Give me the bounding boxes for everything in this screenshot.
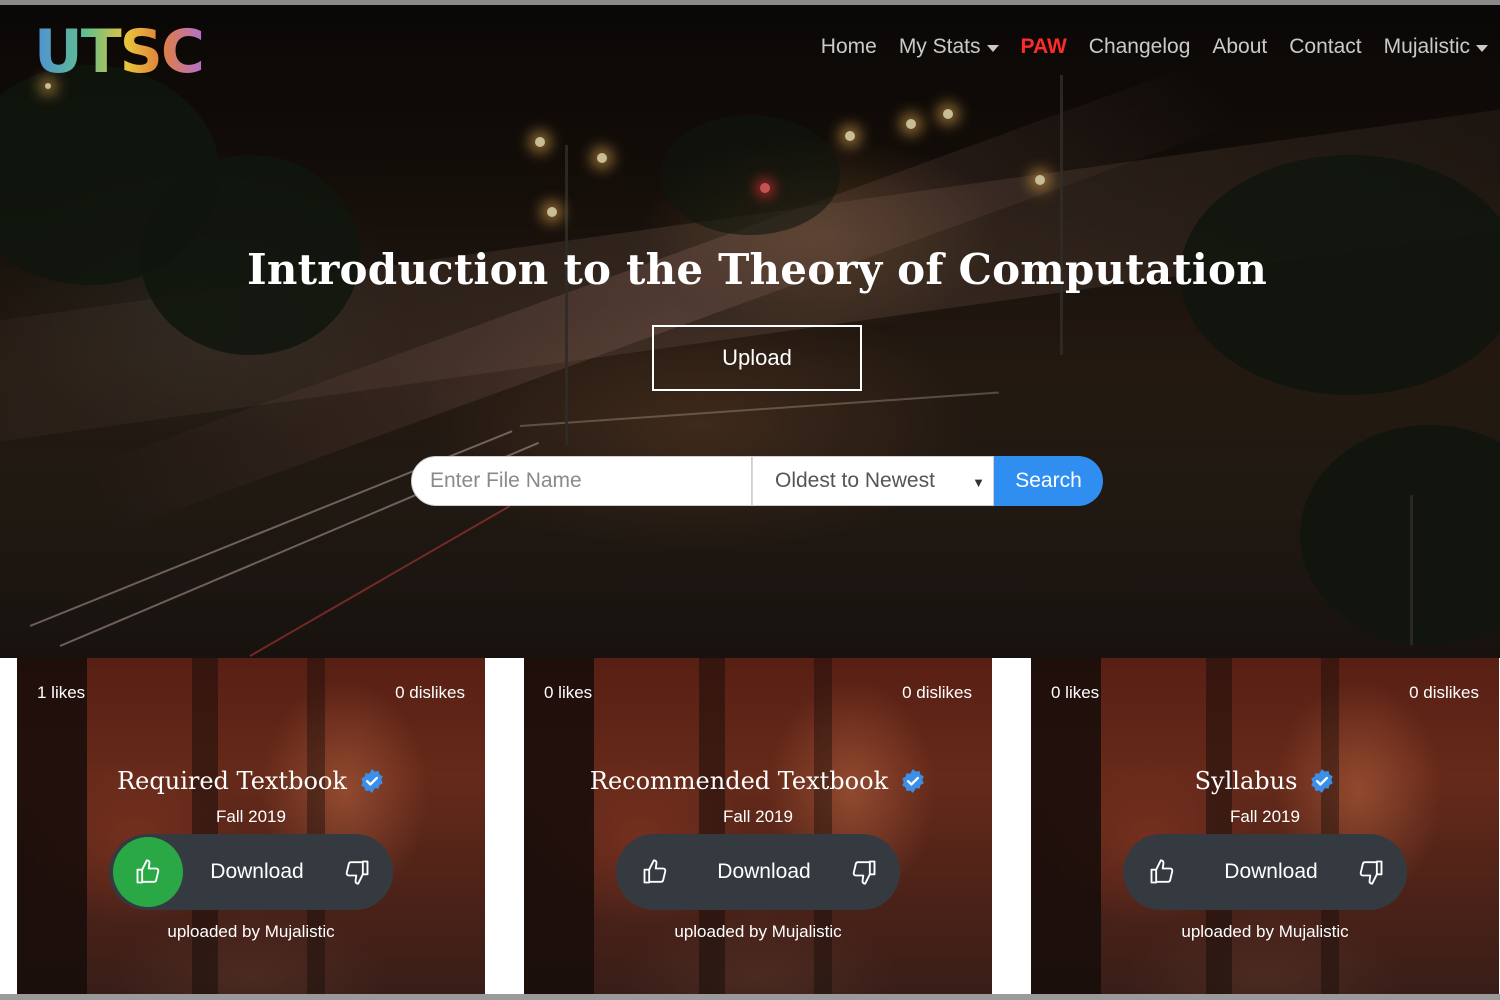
card-term: Fall 2019: [216, 807, 286, 826]
nav-user-label: Mujalistic: [1383, 35, 1470, 58]
like-button[interactable]: [620, 837, 690, 907]
nav-paw-label: PAW: [1020, 35, 1067, 58]
card-title: Required Textbook: [17, 767, 485, 795]
uploader-text: uploaded by Mujalistic: [1181, 922, 1349, 941]
download-pill: Download: [1123, 834, 1407, 910]
caret-down-icon: [1476, 44, 1488, 52]
sort-order-value: Oldest to Newest: [775, 469, 935, 492]
thumbs-up-icon: [136, 859, 160, 884]
card-term: Fall 2019: [723, 807, 793, 826]
thumbs-up-icon: [1150, 859, 1174, 884]
nav-my-stats[interactable]: My Stats: [899, 35, 999, 59]
nav-contact[interactable]: Contact: [1289, 35, 1361, 59]
dislikes-count: 0 dislikes: [1409, 683, 1479, 702]
card-title-text: Required Textbook: [117, 767, 347, 795]
uploader-text: uploaded by Mujalistic: [674, 922, 842, 941]
like-button[interactable]: [1127, 837, 1197, 907]
dislikes-count: 0 dislikes: [902, 683, 972, 702]
dropdown-arrow-icon: ▼: [972, 475, 985, 490]
like-button[interactable]: [113, 837, 183, 907]
thumbs-down-icon: [852, 860, 876, 885]
download-button[interactable]: Download: [197, 860, 317, 884]
file-card: 0 likes 0 dislikes Syllabus Fall 2019 Do…: [1031, 658, 1499, 994]
download-button[interactable]: Download: [1211, 860, 1331, 884]
thumbs-down-icon: [1359, 860, 1383, 885]
nav-my-stats-label: My Stats: [898, 35, 981, 58]
utsc-logo[interactable]: UTSC: [34, 17, 205, 87]
download-pill: Download: [616, 834, 900, 910]
download-pill: Download: [109, 834, 393, 910]
dislike-button[interactable]: [1351, 852, 1391, 892]
nav-changelog[interactable]: Changelog: [1089, 35, 1191, 59]
card-term: Fall 2019: [1230, 807, 1300, 826]
nav-about[interactable]: About: [1212, 35, 1267, 59]
sort-order-select[interactable]: Oldest to Newest ▼: [752, 456, 994, 506]
download-button[interactable]: Download: [704, 860, 824, 884]
page-title: Introduction to the Theory of Computatio…: [247, 245, 1267, 294]
likes-count: 1 likes: [37, 683, 86, 702]
nav-changelog-label: Changelog: [1088, 35, 1191, 58]
upload-button[interactable]: Upload: [652, 325, 862, 391]
file-card: 0 likes 0 dislikes Recommended Textbook …: [524, 658, 992, 994]
hero-banner: UTSC Home My Stats PAW Changelog About C…: [0, 5, 1500, 658]
nav-paw[interactable]: PAW: [1021, 35, 1067, 59]
likes-count: 0 likes: [1051, 683, 1100, 702]
likes-count: 0 likes: [544, 683, 593, 702]
verified-badge-icon: [361, 769, 383, 793]
nav-about-label: About: [1212, 35, 1268, 58]
card-title-text: Syllabus: [1194, 767, 1298, 795]
nav-home-label: Home: [820, 35, 877, 58]
search-button[interactable]: Search: [994, 456, 1103, 506]
file-name-search-input[interactable]: [411, 456, 752, 506]
nav-home[interactable]: Home: [821, 35, 877, 59]
thumbs-down-icon: [345, 860, 369, 885]
logo-text: UTSC: [34, 17, 205, 87]
dislike-button[interactable]: [844, 852, 884, 892]
verified-badge-icon: [1311, 769, 1334, 793]
dislike-button[interactable]: [337, 852, 377, 892]
top-nav: Home My Stats PAW Changelog About Contac…: [799, 35, 1488, 59]
card-title: Syllabus: [1031, 767, 1499, 795]
file-card: 1 likes 0 dislikes Required Textbook Fal…: [17, 658, 485, 994]
uploader-text: uploaded by Mujalistic: [167, 922, 335, 941]
thumbs-up-icon: [643, 859, 667, 884]
card-title: Recommended Textbook: [524, 767, 992, 795]
nav-contact-label: Contact: [1289, 35, 1362, 58]
search-bar: Oldest to Newest ▼ Search: [411, 456, 1103, 506]
dislikes-count: 0 dislikes: [395, 683, 465, 702]
verified-badge-icon: [902, 769, 924, 793]
window-bottom-border: [0, 994, 1500, 1000]
nav-user-menu[interactable]: Mujalistic: [1384, 35, 1488, 59]
caret-down-icon: [986, 44, 999, 52]
card-title-text: Recommended Textbook: [589, 767, 889, 795]
